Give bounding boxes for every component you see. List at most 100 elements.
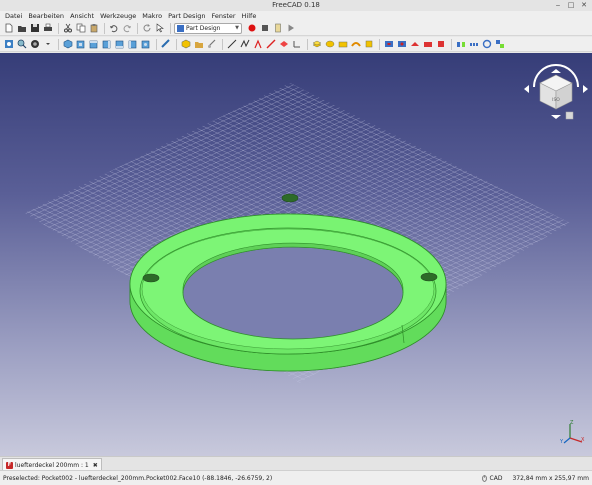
menu-fenster[interactable]: Fenster [208,11,238,21]
menu-datei[interactable]: Datei [2,11,25,21]
additive-pipe-button[interactable] [350,39,361,50]
pad-button[interactable] [311,39,322,50]
maximize-icon[interactable]: □ [567,1,575,9]
menu-makro[interactable]: Makro [139,11,165,21]
undo-button[interactable] [108,23,119,34]
rotate-left-arrow-icon[interactable] [524,85,529,93]
grid-line [25,83,443,235]
close-icon[interactable]: ✖ [93,462,98,469]
3d-scene [25,83,570,383]
groove-button[interactable] [409,39,420,50]
whats-this-button[interactable] [154,23,165,34]
rotate-up-arrow-icon[interactable] [551,69,561,73]
subtractive-box-icon [437,41,444,47]
hole-button[interactable] [396,39,407,50]
multi-transform-button[interactable] [494,39,505,50]
additive-loft-button[interactable] [337,39,348,50]
navigation-cube[interactable]: ISO [520,57,592,175]
navcube-face-label: ISO [552,97,560,103]
mounting-hole-left [142,273,160,283]
view-rear-button[interactable] [114,39,125,50]
menu-part-design[interactable]: Part Design [165,11,208,21]
view-cube-icon[interactable] [539,74,573,110]
fit-all-icon [4,40,13,48]
mirrored-button[interactable] [455,39,466,50]
magnifier-icon [17,39,26,49]
view-isometric-button[interactable] [62,39,73,50]
cut-button[interactable] [62,23,73,34]
separator [222,38,223,50]
copy-button[interactable] [75,23,86,34]
linear-pattern-button[interactable] [468,39,479,50]
record-macro-button[interactable] [246,23,257,34]
revolution-icon [325,40,334,48]
menu-ansicht[interactable]: Ansicht [67,11,97,21]
polar-pattern-button[interactable] [481,39,492,50]
draw-style-button[interactable] [29,39,40,50]
local-cs-button[interactable] [291,39,302,50]
navigation-style-selector[interactable]: CAD [481,474,503,482]
loft-icon [338,41,347,48]
luefterdeckel-ring-model[interactable] [129,193,447,372]
print-button[interactable] [42,23,53,34]
separator [307,38,308,50]
datum-line-button[interactable] [265,39,276,50]
grid-line [25,83,323,178]
pocket-button[interactable] [383,39,394,50]
datum-point-button[interactable] [252,39,263,50]
navcube-menu-icon[interactable] [565,111,574,120]
view-front-button[interactable] [75,39,86,50]
measure-distance-button[interactable] [160,39,171,50]
view-left-button[interactable] [140,39,151,50]
rotate-right-arrow-icon[interactable] [583,85,588,93]
link-button[interactable] [206,39,217,50]
view-bottom-button[interactable] [127,39,138,50]
group-folder-icon [194,42,203,48]
grid-line [25,83,360,195]
fit-all-button[interactable] [3,39,14,50]
workbench-selector[interactable]: Part Design ▼ [174,22,242,34]
additive-primitive-button[interactable] [363,39,374,50]
menu-bearbeiten[interactable]: Bearbeiten [25,11,67,21]
rotate-down-arrow-icon[interactable] [551,115,561,119]
execute-macro-button[interactable] [285,23,296,34]
sketch-line-button[interactable] [226,39,237,50]
subtractive-loft-button[interactable] [422,39,433,50]
part-icon [181,39,190,49]
x-axis-label: X [581,437,585,443]
refresh-button[interactable] [141,23,152,34]
save-button[interactable] [29,23,40,34]
view-right-button[interactable] [101,39,112,50]
3d-viewport[interactable]: ISO Z X Y [0,53,592,456]
hole-icon [397,41,406,47]
stop-macro-button[interactable] [259,23,270,34]
minimize-icon[interactable]: ‒ [554,1,562,9]
part-button[interactable] [180,39,191,50]
sketch-polyline-button[interactable] [239,39,250,50]
separator [170,22,171,34]
stop-icon [261,25,268,31]
menu-hilfe[interactable]: Hilfe [239,11,260,21]
revolution-button[interactable] [324,39,335,50]
subtractive-primitive-button[interactable] [435,39,446,50]
grid-line [25,83,344,188]
redo-button[interactable] [121,23,132,34]
menu-werkzeuge[interactable]: Werkzeuge [97,11,139,21]
draw-style-menu-button[interactable] [42,39,53,50]
window-controls: ‒ □ ✕ [554,1,588,9]
open-button[interactable] [16,23,27,34]
y-axis-icon [563,437,571,444]
pad-icon [311,40,322,48]
redo-icon [123,25,131,33]
close-icon[interactable]: ✕ [580,1,588,9]
pocket-icon [384,41,393,47]
macros-button[interactable] [272,23,283,34]
view-top-button[interactable] [88,39,99,50]
datum-plane-button[interactable] [278,39,289,50]
group-button[interactable] [193,39,204,50]
paste-button[interactable] [88,23,99,34]
new-document-button[interactable] [3,23,14,34]
grid-line [25,83,386,208]
navigation-style-label: CAD [489,474,503,482]
fit-selection-button[interactable] [16,39,27,50]
